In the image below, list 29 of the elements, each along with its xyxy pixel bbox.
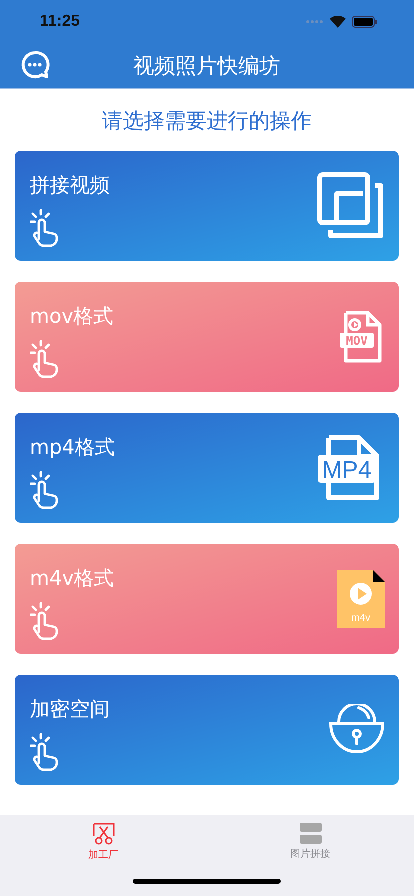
signal-icon [306,20,324,24]
action-card[interactable]: mov格式 MOV [15,282,399,392]
action-card[interactable]: mp4格式 MP4 [15,413,399,523]
nav-title: 视频照片快编坊 [134,53,280,80]
battery-icon [352,16,378,28]
chat-button[interactable] [20,50,50,80]
tap-icon [30,208,60,246]
card-title: 拼接视频 [30,172,110,198]
tap-icon [30,602,60,640]
prompt-text: 请选择需要进行的操作 [101,108,313,135]
tab-item[interactable]: 图片拼接 [207,815,414,865]
action-card[interactable]: m4v格式 m4v [15,544,399,654]
card-title: m4v格式 [30,564,114,592]
stacked-bars-icon [300,823,322,844]
wifi-icon [330,16,346,28]
tab-item[interactable]: 加工厂 [0,815,207,865]
tap-icon [30,732,60,770]
card-title: mov格式 [30,302,114,330]
stacked-squares-icon [317,172,385,240]
card-title: mp4格式 [30,434,115,460]
lock-icon [329,704,385,756]
tap-icon [30,340,60,378]
video-file-icon: m4v [337,570,385,628]
action-card[interactable]: 加密空间 [15,675,399,785]
status-time: 11:25 [40,13,80,31]
card-title: 加密空间 [30,696,110,722]
action-card[interactable]: 拼接视频 [15,151,399,261]
scissors-icon [92,823,114,845]
tap-icon [30,470,60,508]
